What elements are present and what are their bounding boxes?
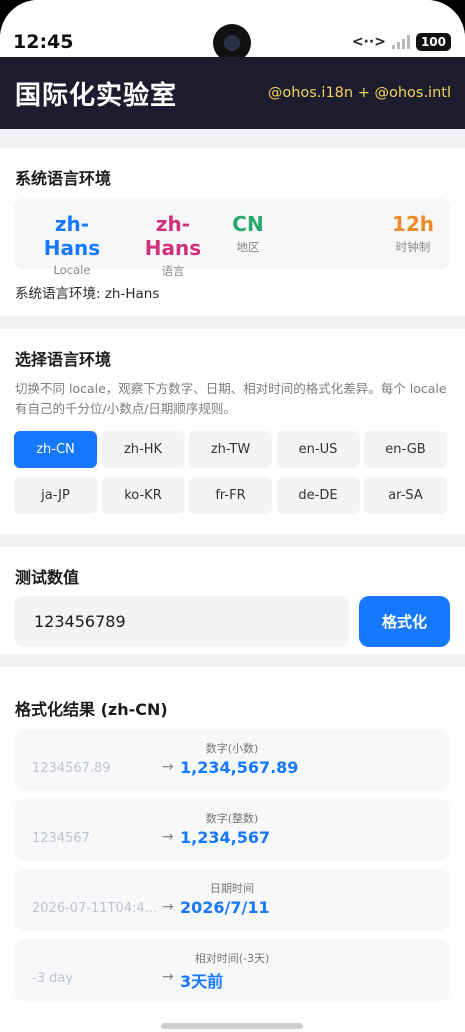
- result-input: 1234567: [32, 831, 90, 846]
- section-title: 选择语言环境: [15, 350, 112, 369]
- system-stats-card: zh-Hans Locale zh-Hans 语言 CN 地区 12h 时钟制: [14, 198, 450, 278]
- app-header: 国际化实验室 @ohos.i18n + @ohos.intl: [0, 57, 465, 129]
- stat-label: Locale: [53, 263, 91, 277]
- format-results-section: 格式化结果 (zh-CN) 数字(小数) 1234567.89 → 1,234,…: [0, 667, 465, 1032]
- result-input: 2026-07-11T04:4…: [32, 901, 158, 916]
- app-title: 国际化实验室: [15, 80, 178, 111]
- result-card-relative-time: 相对时间(-3天) -3 day → 3天前: [14, 939, 450, 1001]
- result-input: -3 day: [32, 971, 74, 986]
- result-output: 1,234,567.89: [180, 758, 299, 777]
- result-input: 1234567.89: [32, 761, 111, 776]
- locale-button-en-gb[interactable]: en-GB: [364, 431, 447, 468]
- stat-label: 时钟制: [395, 240, 431, 254]
- status-icons: <··> 100: [352, 33, 451, 51]
- stat-label: 语言: [161, 264, 185, 278]
- locale-button-fr-fr[interactable]: fr-FR: [189, 477, 272, 514]
- arrow-right-icon: →: [162, 829, 174, 845]
- test-value-section: 测试数值 格式化: [0, 547, 465, 654]
- status-time: 12:45: [13, 31, 74, 53]
- number-input[interactable]: [14, 596, 349, 647]
- locale-button-en-us[interactable]: en-US: [276, 431, 360, 468]
- locale-button-zh-cn[interactable]: zh-CN: [14, 431, 97, 468]
- stat-value: zh-Hans: [144, 212, 202, 260]
- system-locale-section: 系统语言环境 zh-Hans Locale zh-Hans 语言 CN 地区 1…: [0, 148, 465, 316]
- arrow-right-icon: →: [162, 759, 174, 775]
- result-label: 日期时间: [210, 882, 254, 895]
- section-title: 系统语言环境: [15, 169, 112, 188]
- stat-label: 地区: [236, 240, 260, 254]
- status-bar: 12:45 <··> 100: [0, 0, 465, 62]
- result-label: 数字(小数): [205, 742, 259, 755]
- result-card-integer: 数字(整数) 1234567 → 1,234,567: [14, 799, 450, 861]
- stat-clock: 12h 时钟制: [390, 212, 436, 255]
- locale-button-ko-kr[interactable]: ko-KR: [101, 477, 185, 514]
- app-subtitle: @ohos.i18n + @ohos.intl: [267, 85, 451, 101]
- stat-value: zh-Hans: [43, 212, 101, 260]
- locale-button-zh-hk[interactable]: zh-HK: [101, 431, 185, 468]
- result-label: 相对时间(-3天): [194, 952, 270, 965]
- stat-value: CN: [232, 212, 264, 236]
- stat-value: 12h: [391, 212, 435, 236]
- battery-icon: 100: [415, 33, 451, 51]
- arrow-right-icon: →: [162, 969, 174, 985]
- stat-language: zh-Hans 语言: [131, 212, 215, 279]
- result-card-decimal: 数字(小数) 1234567.89 → 1,234,567.89: [14, 729, 450, 791]
- stat-locale: zh-Hans Locale: [30, 212, 114, 277]
- section-title: 格式化结果 (zh-CN): [15, 700, 168, 719]
- system-locale-text: 系统语言环境: zh-Hans: [15, 286, 160, 302]
- section-title: 测试数值: [15, 568, 80, 587]
- locale-description: 切换不同 locale，观察下方数字、日期、相对时间的格式化差异。每个 loca…: [15, 381, 447, 416]
- format-button[interactable]: 格式化: [359, 596, 450, 647]
- locale-grid: zh-CN zh-HK zh-TW en-US en-GB ja-JP ko-K…: [14, 431, 451, 514]
- phone-screen: 12:45 <··> 100 国际化实验室 @ohos.i18n + @ohos…: [0, 0, 465, 1032]
- locale-button-de-de[interactable]: de-DE: [276, 477, 360, 514]
- locale-button-zh-tw[interactable]: zh-TW: [189, 431, 272, 468]
- result-output: 1,234,567: [180, 828, 271, 847]
- signal-icon: [391, 35, 410, 49]
- result-card-datetime: 日期时间 2026-07-11T04:4… → 2026/7/11: [14, 869, 450, 931]
- locale-button-ja-jp[interactable]: ja-JP: [14, 477, 97, 514]
- arrow-right-icon: →: [162, 899, 174, 915]
- result-output: 3天前: [180, 972, 224, 991]
- stat-region: CN 地区: [228, 212, 268, 255]
- locale-button-ar-sa[interactable]: ar-SA: [364, 477, 447, 514]
- network-icon: <··>: [351, 34, 386, 50]
- home-indicator[interactable]: [161, 1023, 303, 1029]
- select-locale-section: 选择语言环境 切换不同 locale，观察下方数字、日期、相对时间的格式化差异。…: [0, 329, 465, 534]
- result-output: 2026/7/11: [180, 898, 270, 917]
- result-label: 数字(整数): [205, 812, 259, 825]
